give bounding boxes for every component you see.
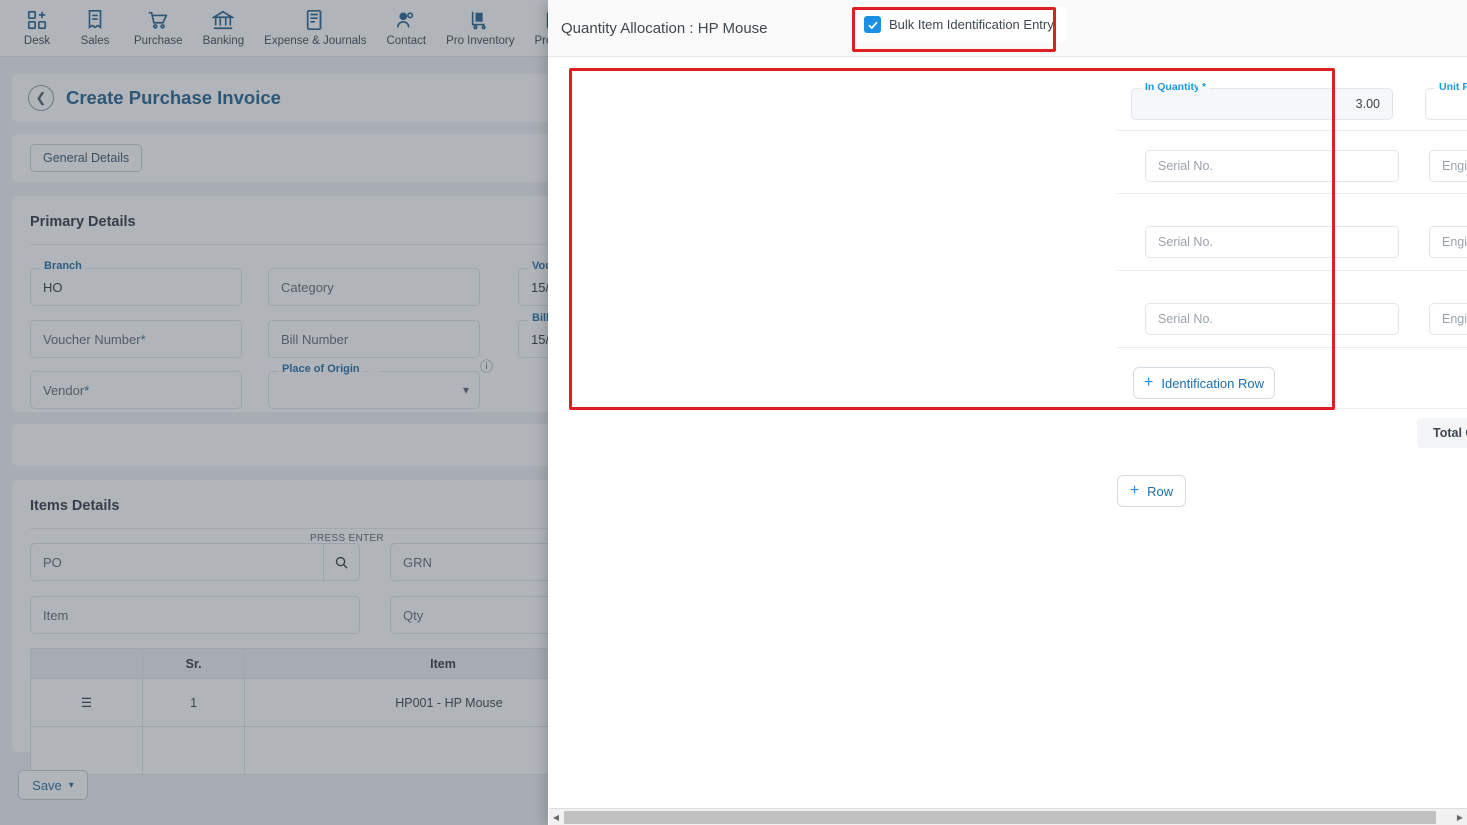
divider	[1117, 193, 1467, 194]
scrollbar-thumb[interactable]	[564, 810, 1437, 824]
engine-no-input-2[interactable]: Engine No.	[1429, 226, 1467, 258]
bulk-item-identification-entry-group[interactable]: Bulk Item Identification Entry	[852, 7, 1066, 42]
divider	[1117, 408, 1467, 409]
serial-no-input-1[interactable]: Serial No.	[1145, 150, 1399, 182]
panel-header: Quantity Allocation : HP Mouse Bulk Item…	[548, 0, 1467, 57]
serial-no-placeholder: Serial No.	[1158, 235, 1213, 249]
scroll-right-arrow-icon[interactable]: ▶	[1453, 813, 1467, 822]
plus-icon: +	[1129, 482, 1140, 499]
unit-price-label: Unit Price	[1435, 81, 1467, 93]
bulk-item-checkbox[interactable]	[864, 16, 881, 33]
engine-no-placeholder: Engine No.	[1442, 235, 1467, 249]
add-row-button[interactable]: + Row	[1117, 475, 1186, 507]
quantity-allocation-panel: Quantity Allocation : HP Mouse Bulk Item…	[548, 0, 1467, 825]
scroll-left-arrow-icon[interactable]: ◀	[549, 813, 563, 822]
divider	[1117, 347, 1467, 348]
engine-no-input-3[interactable]: Engine No.	[1429, 303, 1467, 335]
panel-title: Quantity Allocation : HP Mouse	[561, 19, 768, 37]
in-quantity-field[interactable]: In Quantity * 3.00	[1131, 81, 1393, 120]
scrollbar-track[interactable]	[563, 810, 1453, 824]
in-quantity-value: 3.00	[1355, 97, 1380, 111]
serial-no-placeholder: Serial No.	[1158, 312, 1213, 326]
horizontal-scrollbar[interactable]: ◀ ▶	[549, 808, 1467, 825]
total-quantity-label: Total Quantity of Details Entered	[1433, 426, 1467, 440]
divider	[1117, 270, 1467, 271]
divider	[1117, 130, 1467, 131]
add-identification-row-button[interactable]: + Identification Row	[1133, 367, 1275, 399]
in-quantity-label: In Quantity	[1141, 81, 1204, 93]
engine-no-input-1[interactable]: Engine No.	[1429, 150, 1467, 182]
bulk-item-checkbox-label: Bulk Item Identification Entry	[889, 17, 1054, 32]
engine-no-placeholder: Engine No.	[1442, 159, 1467, 173]
unit-price-field[interactable]: Unit Price* 0.00	[1425, 81, 1467, 120]
unit-price-value: 0.00	[1426, 97, 1467, 111]
serial-no-placeholder: Serial No.	[1158, 159, 1213, 173]
serial-no-input-3[interactable]: Serial No.	[1145, 303, 1399, 335]
serial-no-input-2[interactable]: Serial No.	[1145, 226, 1399, 258]
plus-icon: +	[1144, 374, 1154, 391]
total-quantity-bar: Total Quantity of Details Entered 3.00	[1417, 418, 1467, 448]
engine-no-placeholder: Engine No.	[1442, 312, 1467, 326]
add-row-label: Row	[1147, 483, 1174, 499]
add-identification-row-label: Identification Row	[1161, 375, 1264, 391]
